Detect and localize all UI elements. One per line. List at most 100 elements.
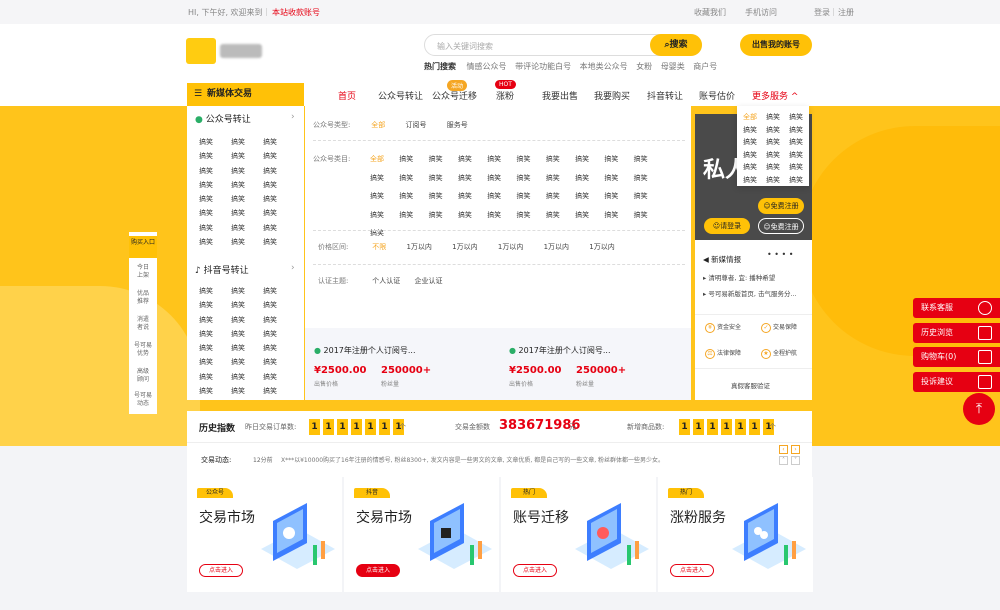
dropdown-item[interactable]: 搞笑 — [766, 112, 780, 122]
cart-button[interactable]: 购物车(0) — [913, 347, 1000, 367]
dropdown-item[interactable]: 搞笑 — [789, 175, 803, 185]
category-item[interactable]: 搞笑 — [199, 166, 231, 180]
float-advantage[interactable]: 号可易优势 — [129, 342, 157, 358]
search-box[interactable]: 输入关键词搜索 ⌕搜索 — [424, 34, 702, 56]
category-item[interactable]: 搞笑 — [458, 173, 487, 192]
hot-search-item[interactable]: 带评论功能白号 — [515, 62, 571, 71]
service-escort[interactable]: ★ 全程护航 — [761, 348, 797, 359]
category-item[interactable]: 搞笑 — [231, 329, 263, 343]
float-reviews[interactable]: 消遣者说 — [129, 316, 157, 332]
category-item[interactable]: 搞笑 — [546, 210, 575, 229]
dropdown-item[interactable]: 搞笑 — [766, 125, 780, 135]
filter-option[interactable]: 全部 — [371, 121, 385, 129]
filter-option[interactable]: 1万以内 — [406, 243, 431, 251]
category-item[interactable]: 搞笑 — [199, 137, 231, 151]
listing-title[interactable]: ● 2017年注册个人订阅号... — [314, 345, 416, 356]
category-item[interactable]: 搞笑 — [487, 210, 516, 229]
dropdown-item[interactable]: 搞笑 — [789, 112, 803, 122]
category-item[interactable]: 搞笑 — [199, 315, 231, 329]
category-item[interactable]: 搞笑 — [263, 237, 295, 251]
category-item[interactable]: 搞笑 — [231, 137, 263, 151]
category-item[interactable]: 搞笑 — [429, 173, 458, 192]
category-item[interactable]: 搞笑 — [546, 173, 575, 192]
category-item[interactable]: 搞笑 — [634, 191, 663, 210]
filter-option[interactable]: 订阅号 — [405, 121, 426, 129]
login-link[interactable]: 登录 — [814, 7, 830, 18]
float-today[interactable]: 今日上架 — [129, 264, 157, 280]
category-item[interactable]: 搞笑 — [231, 300, 263, 314]
category-item[interactable]: 搞笑 — [199, 329, 231, 343]
category-item[interactable]: 搞笑 — [575, 191, 604, 210]
category-item[interactable]: 搞笑 — [199, 180, 231, 194]
arrow-left-icon[interactable]: ‹ — [779, 445, 788, 454]
card-fans[interactable]: 热门 涨粉服务 点击进入 — [658, 477, 813, 592]
service-trade-guarantee[interactable]: ✓ 交易保障 — [761, 322, 797, 333]
category-item[interactable]: 搞笑 — [487, 154, 516, 173]
mobile-link[interactable]: 手机访问 — [745, 7, 777, 18]
category-item[interactable]: 搞笑 — [604, 191, 633, 210]
category-item[interactable]: 搞笑 — [370, 173, 399, 192]
category-item[interactable]: 搞笑 — [199, 300, 231, 314]
enter-button[interactable]: 点击进入 — [199, 564, 243, 577]
category-item[interactable]: 搞笑 — [634, 210, 663, 229]
category-item[interactable]: 搞笑 — [575, 173, 604, 192]
category-item[interactable]: 搞笑 — [458, 191, 487, 210]
free-register-button-2[interactable]: ☺免费注册 — [758, 218, 804, 234]
category-item[interactable]: 搞笑 — [263, 357, 295, 371]
dropdown-item[interactable]: 搞笑 — [789, 150, 803, 160]
dropdown-item[interactable]: 搞笑 — [789, 162, 803, 172]
enter-button[interactable]: 点击进入 — [513, 564, 557, 577]
category-item[interactable]: 搞笑 — [199, 237, 231, 251]
category-item[interactable]: 搞笑 — [263, 329, 295, 343]
category-item[interactable]: 搞笑 — [231, 180, 263, 194]
hot-search-item[interactable]: 商户号 — [693, 62, 717, 71]
category-item[interactable]: 搞笑 — [263, 300, 295, 314]
dropdown-item[interactable]: 搞笑 — [743, 150, 757, 160]
listing-title[interactable]: ● 2017年注册个人订阅号... — [509, 345, 611, 356]
dropdown-item[interactable]: 搞笑 — [766, 137, 780, 147]
nav-fans[interactable]: 涨粉 — [496, 89, 514, 102]
category-item[interactable]: 搞笑 — [231, 223, 263, 237]
float-advisor[interactable]: 高级顾问 — [129, 368, 157, 384]
search-input[interactable]: 输入关键词搜索 — [437, 41, 493, 52]
dropdown-item[interactable]: 全部 — [743, 112, 757, 122]
filter-option[interactable]: 服务号 — [447, 121, 468, 129]
category-item[interactable]: 搞笑 — [487, 191, 516, 210]
register-link[interactable]: 注册 — [838, 7, 854, 18]
category-item[interactable]: 搞笑 — [604, 173, 633, 192]
site-account-link[interactable]: 本站收款账号 — [272, 7, 320, 18]
category-item[interactable]: 搞笑 — [546, 154, 575, 173]
category-item[interactable]: 搞笑 — [634, 154, 663, 173]
nav-douyin[interactable]: 抖音转让 — [647, 89, 683, 102]
nav-gzh-transfer[interactable]: 公众号转让 — [378, 89, 423, 102]
category-item[interactable]: 搞笑 — [263, 137, 295, 151]
category-item[interactable]: 搞笑 — [575, 154, 604, 173]
back-to-top-icon[interactable]: ⤒ — [963, 393, 995, 425]
category-item[interactable]: 搞笑 — [604, 154, 633, 173]
category-item[interactable]: 搞笑 — [199, 223, 231, 237]
dropdown-item[interactable]: 搞笑 — [789, 125, 803, 135]
category-item[interactable]: 搞笑 — [458, 154, 487, 173]
favorite-link[interactable]: 收藏我们 — [694, 7, 726, 18]
arrow-up-icon[interactable]: ˄ — [779, 456, 788, 465]
hot-search-item[interactable]: 情感公众号 — [467, 62, 507, 71]
search-button[interactable]: ⌕搜索 — [650, 34, 702, 56]
sell-account-button[interactable]: 出售我的账号 — [740, 34, 812, 56]
category-item[interactable]: 搞笑 — [231, 237, 263, 251]
nav-sell[interactable]: 我要出售 — [542, 89, 578, 102]
category-item[interactable]: 搞笑 — [263, 194, 295, 208]
filter-option[interactable]: 个人认证 — [372, 277, 400, 285]
nav-valuation[interactable]: 账号估价 — [699, 89, 735, 102]
contact-service-button[interactable]: 联系客服 — [913, 298, 1000, 318]
category-item[interactable]: 搞笑 — [429, 210, 458, 229]
filter-option[interactable]: 不限 — [372, 243, 386, 251]
news-item[interactable]: ▸ 清明尊者, 宜: 播种希望 — [703, 272, 775, 282]
category-item[interactable]: 搞笑 — [231, 343, 263, 357]
enter-button[interactable]: 点击进入 — [356, 564, 400, 577]
dropdown-item[interactable]: 搞笑 — [743, 162, 757, 172]
category-item[interactable]: 搞笑 — [231, 208, 263, 222]
category-item[interactable]: 搞笑 — [263, 372, 295, 386]
category-item[interactable]: 搞笑 — [199, 286, 231, 300]
category-item[interactable]: 搞笑 — [370, 191, 399, 210]
nav-buy[interactable]: 我要购买 — [594, 89, 630, 102]
